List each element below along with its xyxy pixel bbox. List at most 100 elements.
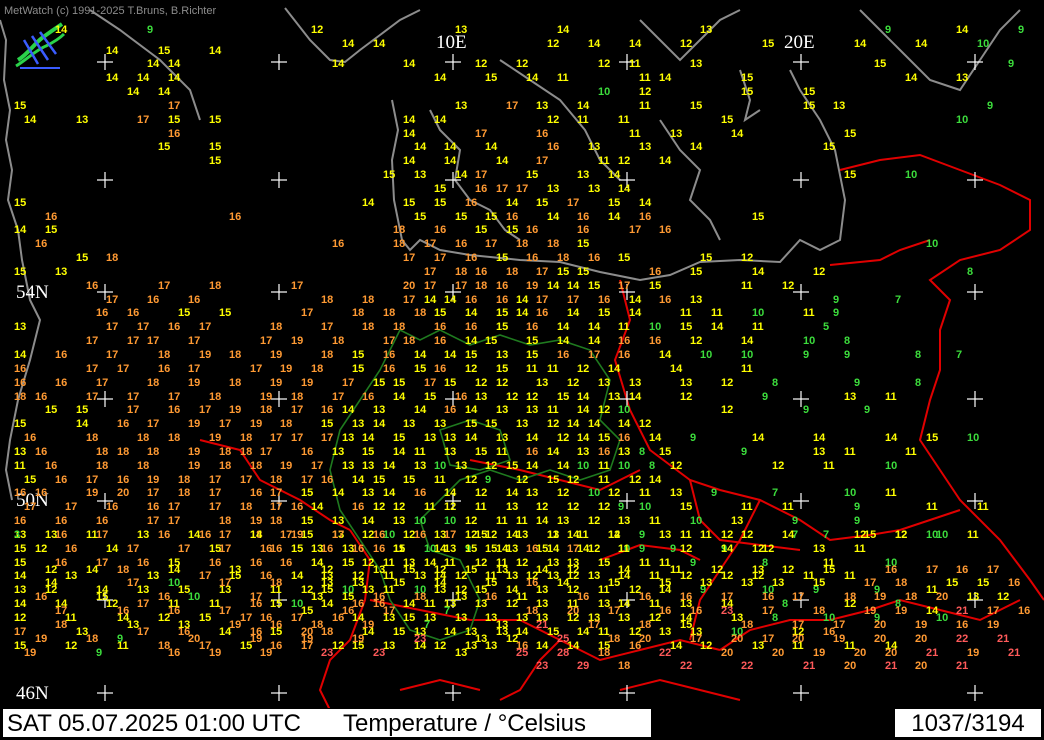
- station-temp: 10: [752, 307, 765, 319]
- station-temp: 18: [147, 377, 160, 389]
- station-temp: 9: [711, 487, 718, 499]
- station-temp: 20: [721, 647, 734, 659]
- station-temp: 15: [403, 612, 416, 624]
- station-temp: 15: [721, 114, 734, 126]
- station-temp: 11: [782, 501, 794, 513]
- station-temp: 14: [311, 501, 324, 513]
- station-temp: 12: [444, 501, 457, 513]
- station-temp: 16: [496, 294, 509, 306]
- station-temp: 16: [86, 280, 99, 292]
- station-temp: 15: [598, 557, 611, 569]
- station-temp: 13: [147, 570, 160, 582]
- station-temp: 11: [516, 591, 528, 603]
- station-temp: 18: [86, 432, 99, 444]
- station-temp: 11: [854, 543, 866, 555]
- station-temp: 9: [864, 404, 871, 416]
- station-temp: 13: [659, 529, 672, 541]
- station-temp: 10: [639, 501, 652, 513]
- station-temp: 14: [752, 266, 765, 278]
- station-temp: 22: [956, 633, 969, 645]
- station-temp: 16: [209, 557, 222, 569]
- station-temp: 14: [659, 155, 672, 167]
- station-temp: 13: [496, 349, 509, 361]
- station-temp: 13: [557, 515, 570, 527]
- station-temp: 5: [823, 321, 830, 333]
- station-temp: 15: [506, 460, 519, 472]
- station-temp: 20: [936, 591, 949, 603]
- status-bar: SAT 05.07.2025 01:00 UTC Temperature / °C…: [0, 708, 1044, 740]
- station-temp: 12: [465, 474, 478, 486]
- station-temp: 13: [731, 515, 744, 527]
- station-temp: 14: [956, 24, 969, 36]
- station-temp: 15: [96, 591, 109, 603]
- station-temp: 17: [536, 294, 549, 306]
- station-temp: 17: [608, 605, 621, 617]
- station-temp: 18: [414, 307, 427, 319]
- station-temp: 13: [967, 591, 980, 603]
- station-temp: 16: [618, 335, 631, 347]
- station-temp: 8: [967, 266, 974, 278]
- station-temp: 16: [434, 363, 447, 375]
- station-temp: 15: [649, 280, 662, 292]
- station-temp: 14: [506, 487, 519, 499]
- station-temp: 19: [813, 647, 826, 659]
- station-temp: 13: [455, 100, 468, 112]
- station-temp: 13: [588, 183, 601, 195]
- station-temp: 17: [291, 404, 304, 416]
- station-temp: 12: [536, 501, 549, 513]
- footer-caption: SAT 05.07.2025 01:00 UTC Temperature / °C…: [2, 708, 652, 738]
- station-temp: 16: [465, 252, 478, 264]
- station-temp: 15: [465, 564, 478, 576]
- station-temp: 15: [926, 432, 939, 444]
- station-temp: 14: [577, 543, 590, 555]
- station-temp: 3: [14, 529, 21, 541]
- station-temp: 13: [455, 647, 468, 659]
- station-temp: 13: [772, 577, 785, 589]
- station-temp: 10: [598, 86, 611, 98]
- station-temp: 16: [250, 487, 263, 499]
- station-temp: 13: [311, 543, 324, 555]
- station-temp: 13: [690, 294, 703, 306]
- station-temp: 15: [557, 391, 570, 403]
- station-temp: 17: [311, 460, 324, 472]
- station-temp: 11: [639, 72, 651, 84]
- station-temp: 17: [516, 183, 529, 195]
- station-temp: 15: [342, 591, 355, 603]
- station-temp: 17: [178, 543, 191, 555]
- station-temp: 9: [833, 307, 840, 319]
- station-temp: 12: [434, 564, 447, 576]
- station-temp: 15: [403, 564, 416, 576]
- station-temp: 18: [270, 474, 283, 486]
- station-temp: 15: [455, 211, 468, 223]
- station-temp: 14: [588, 418, 601, 430]
- station-temp: 11: [618, 114, 630, 126]
- station-temp: 19: [250, 515, 263, 527]
- station-temp: 17: [219, 529, 232, 541]
- station-temp: 16: [383, 363, 396, 375]
- station-temp: 11: [803, 307, 815, 319]
- station-temp: 11: [598, 474, 610, 486]
- station-temp: 17: [199, 321, 212, 333]
- station-temp: 18: [362, 321, 375, 333]
- station-temp: 16: [168, 128, 181, 140]
- station-temp: 10: [690, 515, 703, 527]
- station-temp: 14: [629, 294, 642, 306]
- station-temp: 15: [14, 418, 27, 430]
- station-temp: 15: [301, 605, 314, 617]
- station-temp: 18: [547, 238, 560, 250]
- station-temp: 14: [567, 418, 580, 430]
- station-temp: 18: [311, 619, 324, 631]
- station-temp: 11: [598, 460, 610, 472]
- station-temp: 13: [342, 460, 355, 472]
- station-temp: 18: [117, 564, 130, 576]
- station-temp: 25: [516, 647, 529, 659]
- station-temp: 19: [209, 432, 222, 444]
- station-temp: 11: [977, 501, 989, 513]
- station-temp: 15: [618, 252, 631, 264]
- station-temp: 17: [260, 446, 273, 458]
- temperature-map[interactable]: MetWatch (c) 1991-2025 T.Bruns, B.Richte…: [0, 0, 1044, 740]
- station-temp: 14: [86, 564, 99, 576]
- station-temp: 10: [741, 349, 754, 361]
- station-temp: 13: [424, 432, 437, 444]
- station-temp: 17: [219, 577, 232, 589]
